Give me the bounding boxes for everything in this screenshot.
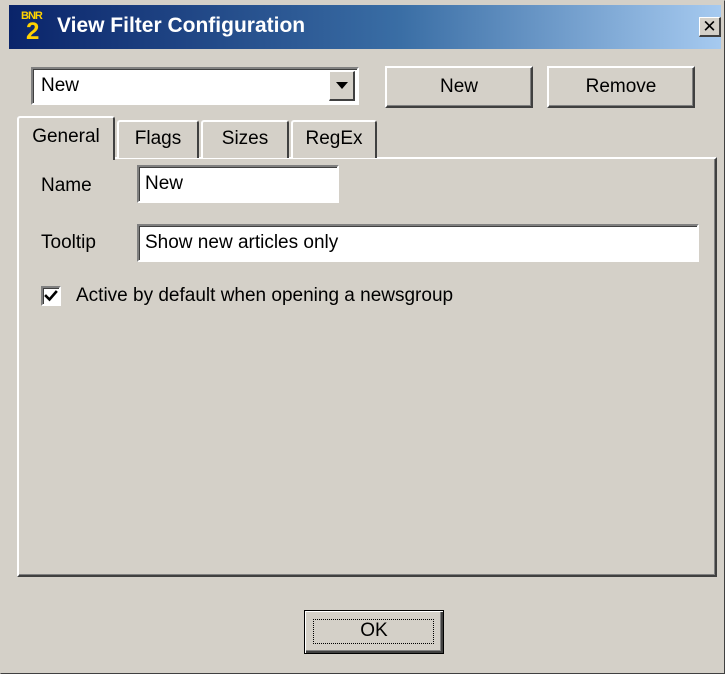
close-icon: ✕ — [702, 17, 717, 36]
ok-button[interactable]: OK — [304, 610, 444, 654]
tab-panel-general — [17, 157, 717, 577]
tooltip-label: Tooltip — [41, 232, 96, 253]
name-input[interactable]: New — [137, 165, 339, 203]
tab-regex[interactable]: RegEx — [291, 120, 377, 158]
close-button[interactable]: ✕ — [699, 17, 721, 37]
dropdown-arrow-icon[interactable] — [329, 71, 355, 101]
tab-flags[interactable]: Flags — [117, 120, 199, 158]
filter-select-value: New — [41, 75, 80, 96]
tooltip-input[interactable]: Show new articles only — [137, 224, 699, 262]
checkmark-icon — [44, 290, 58, 302]
tab-sizes[interactable]: Sizes — [201, 120, 289, 158]
window-title: View Filter Configuration — [57, 14, 306, 37]
active-by-default-checkbox[interactable] — [41, 286, 61, 306]
ok-button-label: OK — [360, 620, 388, 641]
active-by-default-label[interactable]: Active by default when opening a newsgro… — [76, 285, 453, 307]
tab-general[interactable]: General — [17, 116, 115, 160]
name-label: Name — [41, 175, 92, 196]
remove-filter-button[interactable]: Remove — [547, 66, 695, 108]
app-icon-number: 2 — [26, 18, 40, 45]
title-bar[interactable]: BNR 2 View Filter Configuration ✕ — [9, 5, 721, 49]
new-filter-button[interactable]: New — [385, 66, 533, 108]
filter-select[interactable]: New — [31, 67, 359, 105]
app-icon: BNR 2 — [21, 11, 45, 45]
dialog-window: BNR 2 View Filter Configuration ✕ New Ne… — [0, 0, 725, 674]
